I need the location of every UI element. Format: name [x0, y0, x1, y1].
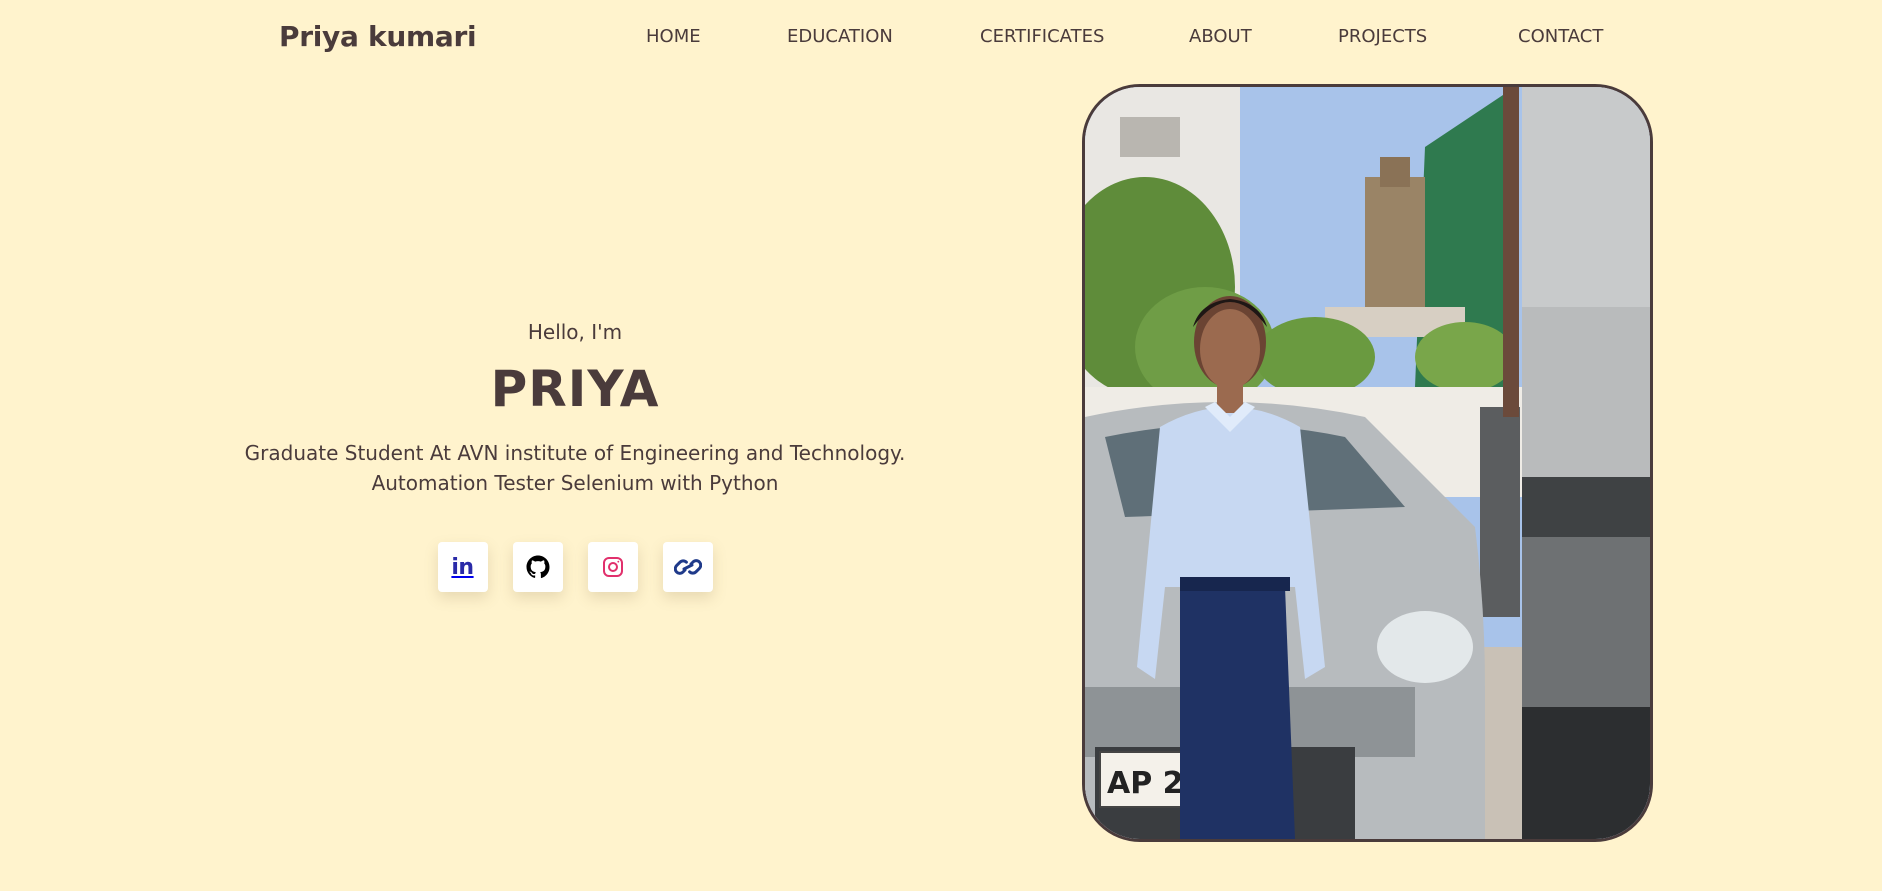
linkedin-button[interactable]: in [437, 542, 488, 592]
github-icon [526, 555, 550, 579]
profile-photo: AP 23 AK [1082, 84, 1653, 842]
nav-certificates[interactable]: CERTIFICATES [980, 26, 1104, 47]
hero-description-line1: Graduate Student At AVN institute of Eng… [244, 441, 906, 465]
github-button[interactable] [512, 542, 563, 592]
main-nav: HOME EDUCATION CERTIFICATES ABOUT PROJEC… [0, 26, 1882, 52]
social-links: in [175, 542, 975, 592]
nav-contact[interactable]: CONTACT [1518, 26, 1603, 47]
link-button[interactable] [662, 542, 713, 592]
hero-name: PRIYA [490, 360, 660, 418]
hero-greeting: Hello, I'm [527, 320, 623, 344]
nav-education[interactable]: EDUCATION [787, 26, 893, 47]
hero-intro: Hello, I'm PRIYA Graduate Student At AVN… [175, 320, 975, 592]
profile-photo-illustration: AP 23 AK [1085, 87, 1650, 839]
nav-about[interactable]: ABOUT [1189, 26, 1252, 47]
instagram-icon [602, 557, 623, 577]
hero-description-line2: Automation Tester Selenium with Python [371, 471, 779, 495]
nav-projects[interactable]: PROJECTS [1338, 26, 1427, 47]
linkedin-icon: in [451, 554, 474, 580]
instagram-button[interactable] [587, 542, 638, 592]
hero-description: Graduate Student At AVN institute of Eng… [175, 438, 975, 498]
link-icon [673, 559, 702, 575]
nav-home[interactable]: HOME [646, 26, 701, 47]
